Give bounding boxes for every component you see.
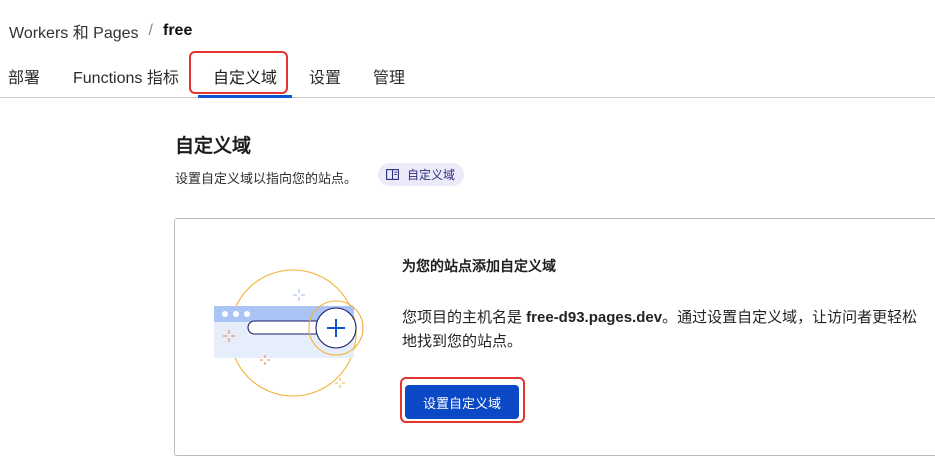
card-title: 为您的站点添加自定义域	[402, 258, 556, 274]
tab-deployments[interactable]: 部署	[8, 64, 40, 88]
breadcrumb-separator: /	[148, 22, 153, 39]
breadcrumb: Workers 和 Pages / free	[9, 19, 192, 43]
tab-highlight-box	[189, 51, 288, 94]
tab-settings[interactable]: 设置	[309, 64, 341, 88]
docs-link-label: 自定义域	[407, 168, 456, 182]
project-hostname: free-d93.pages.dev	[526, 309, 663, 326]
section-description: 设置自定义域以指向您的站点。	[175, 171, 358, 186]
breadcrumb-current: free	[162, 22, 193, 39]
card-desc-before: 您项目的主机名是	[402, 309, 527, 326]
active-tab-indicator	[198, 95, 292, 98]
book-icon	[386, 169, 399, 180]
tab-functions-metrics[interactable]: Functions 指标	[73, 64, 179, 88]
section-title: 自定义域	[175, 136, 252, 157]
card-description: 您项目的主机名是 free-d93.pages.dev。通过设置自定义域，让访问…	[402, 306, 922, 354]
breadcrumb-parent-link[interactable]: Workers 和 Pages	[9, 19, 139, 43]
docs-link-badge[interactable]: 自定义域	[378, 163, 465, 186]
browser-add-domain-icon	[214, 269, 364, 397]
tab-bar: 部署 Functions 指标 自定义域 设置 管理	[0, 52, 935, 98]
button-highlight-box	[400, 377, 525, 423]
tab-manage[interactable]: 管理	[373, 64, 405, 88]
